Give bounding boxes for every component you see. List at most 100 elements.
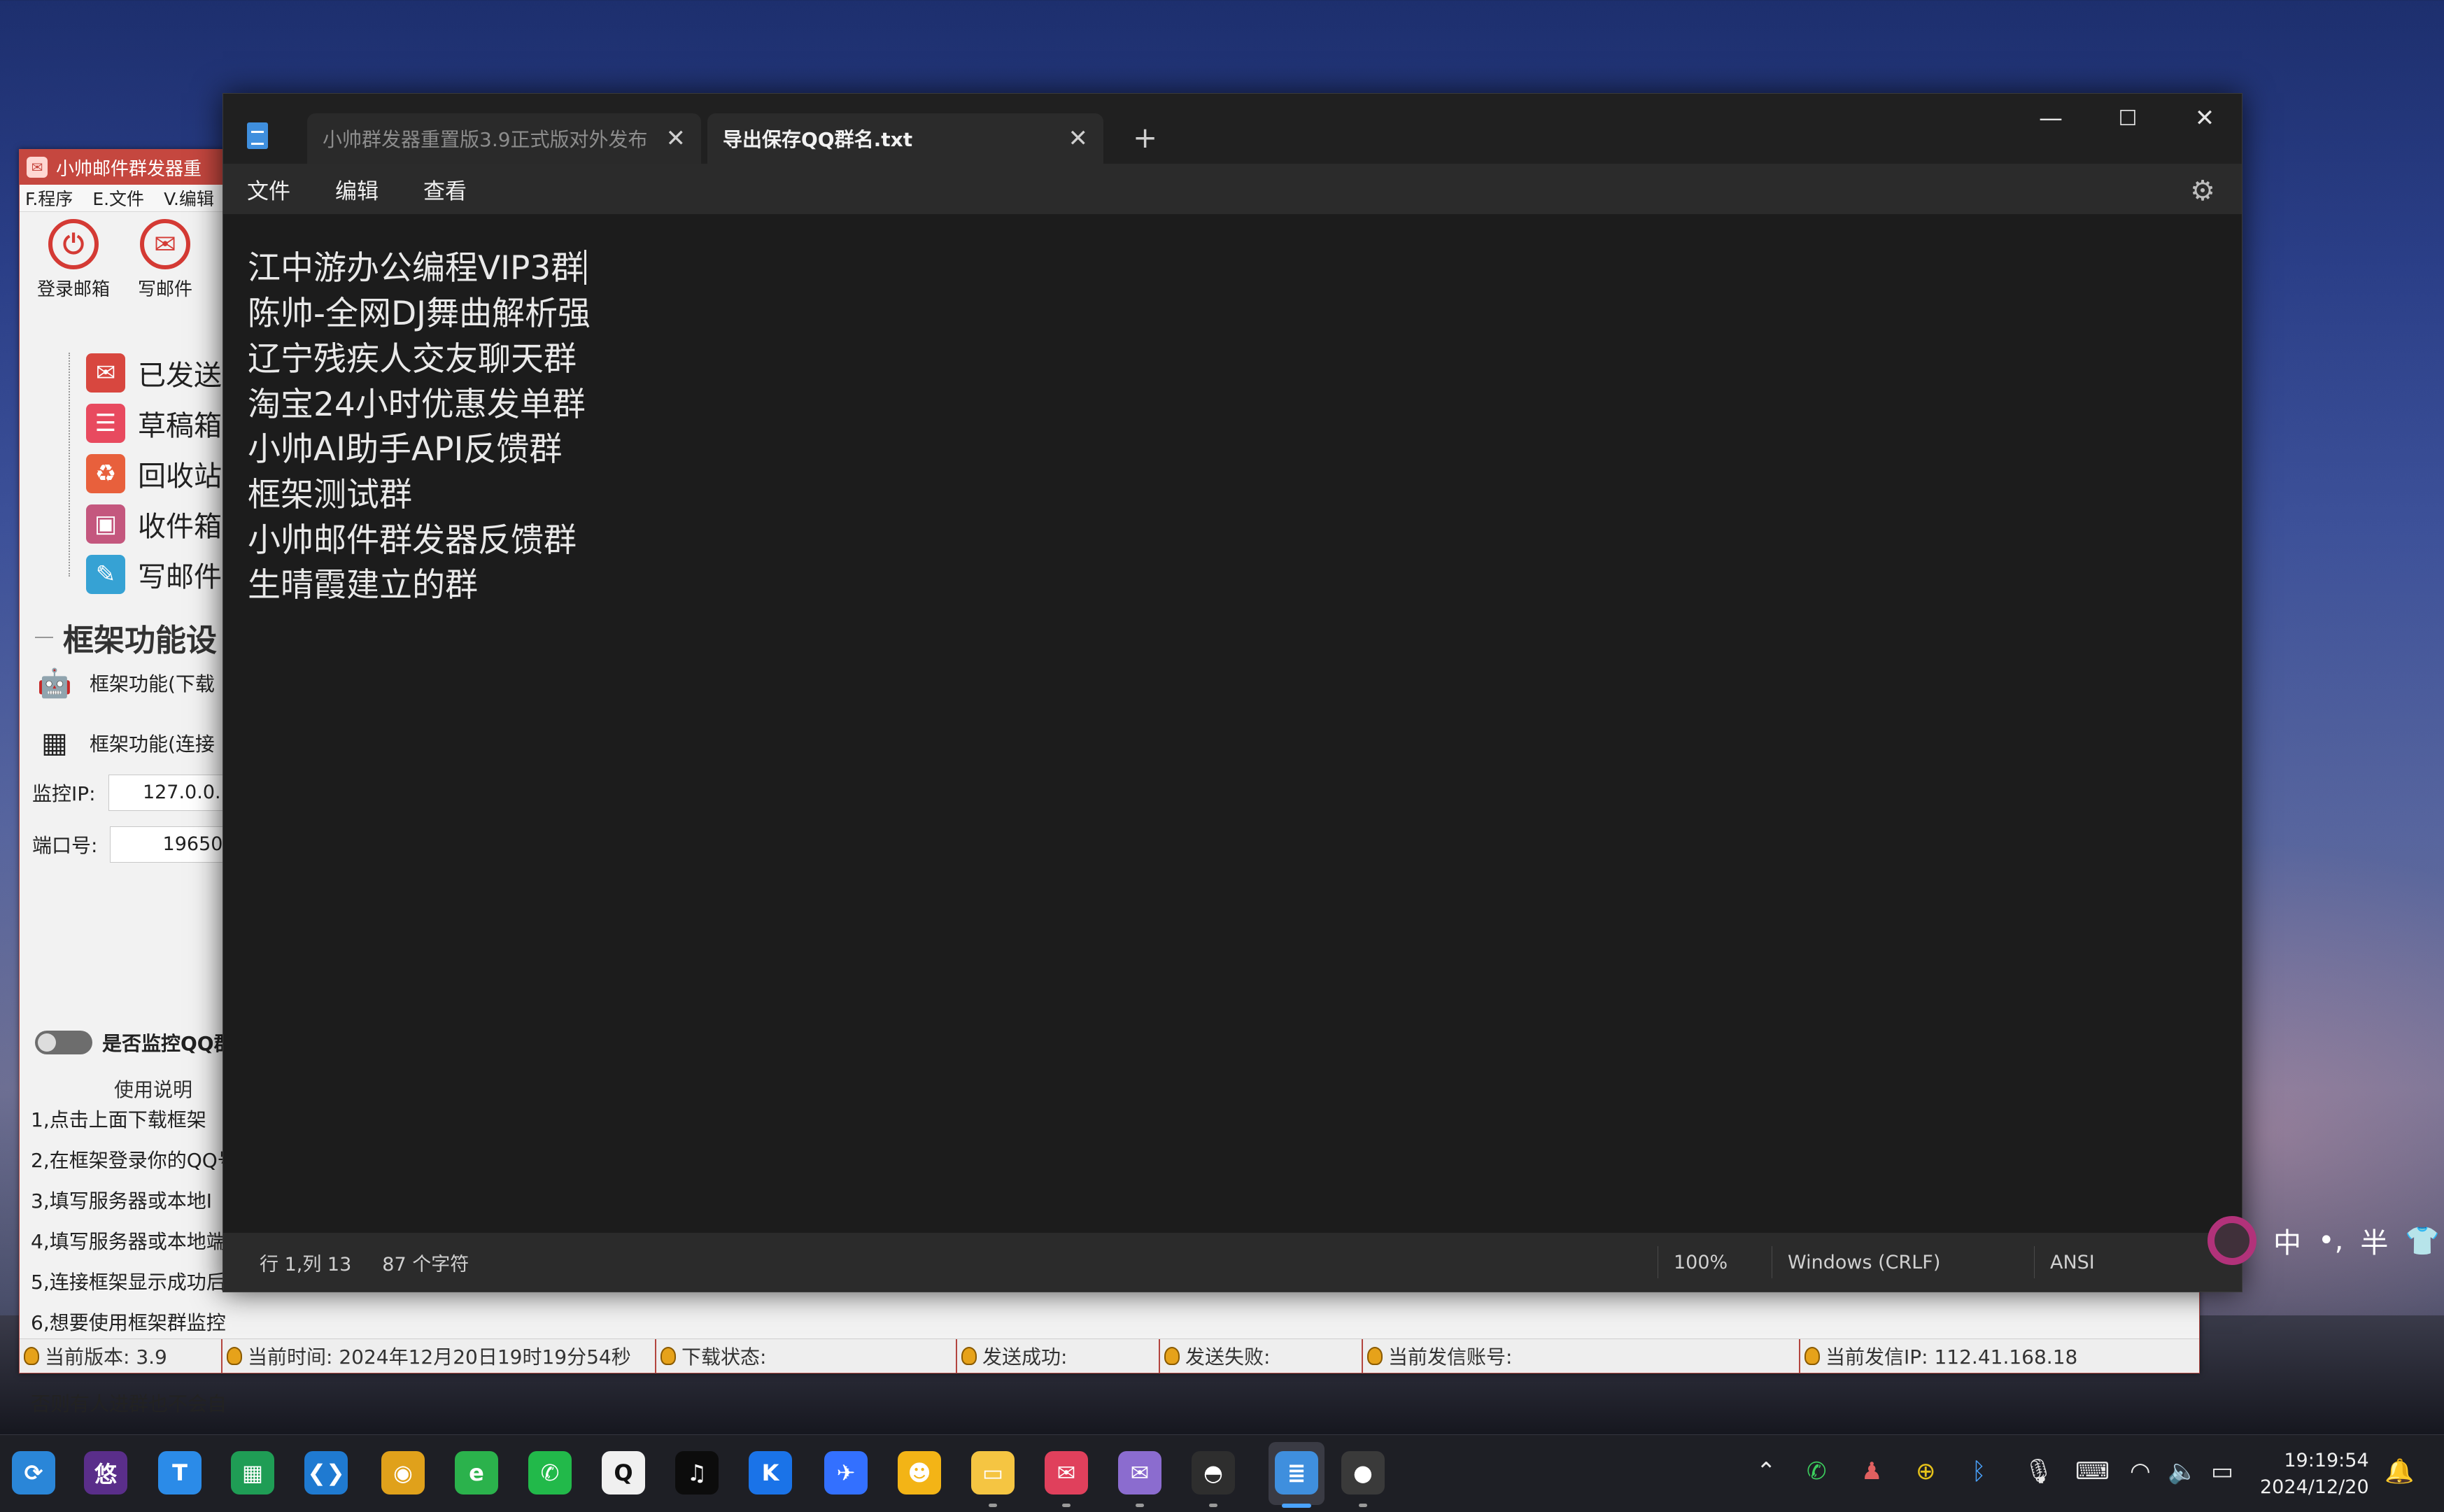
monitor-ip-row: 监控IP: 127.0.0.: [32, 775, 225, 811]
write-mail-icon: ✎: [86, 555, 125, 594]
monitor-qq-toggle-label: 是否监控QQ群: [102, 1032, 234, 1055]
recorder-icon[interactable]: ●: [1341, 1451, 1385, 1495]
text-editor-area[interactable]: 江中游办公编程VIP3群 陈帅-全网DJ舞曲解析强 辽宁残疾人交友聊天群 淘宝2…: [223, 214, 2242, 1233]
line-ending[interactable]: Windows (CRLF): [1772, 1246, 2034, 1278]
tree-item-inbox[interactable]: ▣ 收件箱: [20, 499, 229, 549]
maximize-button[interactable]: ☐: [2089, 94, 2166, 143]
port-input[interactable]: 19650: [110, 826, 227, 863]
menu-file[interactable]: E.文件: [92, 185, 144, 211]
clock-date: 2024/12/20: [2260, 1476, 2369, 1498]
task-view-icon[interactable]: ⟳: [12, 1451, 55, 1495]
tree-item-sent[interactable]: ✉ 已发送: [20, 348, 229, 398]
mail-client-icon[interactable]: ✉: [1118, 1451, 1161, 1495]
notepad-icon[interactable]: ≣: [1275, 1451, 1318, 1495]
tree-item-write[interactable]: ✎ 写邮件: [20, 549, 229, 600]
mailbox-tree: ✉ 已发送 ☰ 草稿箱 ♻ 回收站 ▣ 收件箱 ✎ 写邮件: [20, 348, 229, 600]
ime-mode[interactable]: 中: [2273, 1220, 2301, 1261]
mail-app-icon: ✉: [27, 157, 48, 178]
people-tray-icon[interactable]: ♟: [1861, 1457, 1882, 1485]
chrome-icon[interactable]: ◉: [381, 1451, 425, 1495]
bulb-icon: [1367, 1347, 1383, 1365]
monitor-ip-input[interactable]: 127.0.0.: [108, 775, 225, 811]
running-indicator: [1136, 1504, 1144, 1507]
framework-connect-row[interactable]: ▦ 框架功能(连接: [32, 721, 215, 765]
spreadsheet-icon[interactable]: ▦: [231, 1451, 274, 1495]
ime-punct[interactable]: •,: [2318, 1224, 2343, 1257]
notepad-titlebar[interactable]: 小帅群发器重置版3.9正式版对外发布 ✕ 导出保存QQ群名.txt ✕ + — …: [223, 94, 2242, 164]
usage-line: 2,在框架登录你的QQ号: [31, 1149, 237, 1172]
cursor-position: 行 1,列 13: [260, 1253, 352, 1276]
tray-overflow-icon[interactable]: ⌃: [1756, 1457, 1777, 1485]
qq-penguin-icon[interactable]: ◓: [1192, 1451, 1235, 1495]
tab-mail-sender-doc[interactable]: 小帅群发器重置版3.9正式版对外发布 ✕: [307, 113, 701, 164]
usage-title: 使用说明: [114, 1078, 193, 1101]
browser-icon[interactable]: e: [455, 1451, 498, 1495]
close-window-button[interactable]: ✕: [2166, 94, 2243, 143]
aurora-app-icon[interactable]: 悠: [84, 1451, 127, 1495]
menu-view[interactable]: 查看: [423, 174, 467, 205]
add-tab-button[interactable]: +: [1133, 120, 1157, 155]
kugou-icon[interactable]: K: [749, 1451, 792, 1495]
lark-icon[interactable]: ✈: [824, 1451, 868, 1495]
notification-bell-icon[interactable]: 🔔: [2385, 1457, 2414, 1485]
menu-edit[interactable]: 编辑: [335, 174, 379, 205]
keyboard-icon[interactable]: ⌨: [2075, 1457, 2110, 1485]
plus-tray-icon[interactable]: ⊕: [1916, 1457, 1936, 1485]
bulb-icon: [961, 1347, 977, 1365]
text-caret: [584, 250, 587, 285]
login-icon: ⏻: [48, 219, 99, 269]
mail-app-icon[interactable]: ✉: [1045, 1451, 1088, 1495]
close-tab-icon[interactable]: ✕: [1057, 125, 1089, 153]
vscode-icon[interactable]: ❮❯: [304, 1451, 348, 1495]
minimize-button[interactable]: —: [2012, 94, 2089, 143]
wechat-tray-icon[interactable]: ✆: [1807, 1457, 1827, 1485]
chat-bubble-icon[interactable]: ☻: [898, 1451, 941, 1495]
shirt-icon[interactable]: 👕: [2405, 1224, 2440, 1257]
file-explorer-icon[interactable]: ▭: [971, 1451, 1015, 1495]
qr-code-icon: ▦: [41, 727, 68, 759]
status-account: 当前发信账号:: [1363, 1339, 1800, 1373]
login-mailbox-button[interactable]: ⏻ 登录邮箱: [37, 219, 110, 313]
wechat-icon[interactable]: ✆: [528, 1451, 572, 1495]
zoom-level[interactable]: 100%: [1658, 1246, 1772, 1278]
text-line: 小帅AI助手API反馈群: [248, 430, 563, 469]
tree-item-recycle[interactable]: ♻ 回收站: [20, 448, 229, 499]
text-line: 江中游办公编程VIP3群: [248, 241, 587, 289]
battery-icon[interactable]: ▭: [2211, 1457, 2233, 1485]
taskbar-clock[interactable]: 19:19:54 2024/12/20: [2260, 1448, 2369, 1501]
status-ip-text: 当前发信IP: 112.41.168.18: [1825, 1345, 2078, 1369]
menu-edit[interactable]: V.编辑: [164, 185, 214, 211]
volume-icon[interactable]: 🔈: [2168, 1457, 2197, 1485]
close-tab-icon[interactable]: ✕: [655, 125, 686, 153]
tree-item-label: 写邮件: [138, 561, 222, 593]
mail-sender-statusbar: 当前版本: 3.9 当前时间: 2024年12月20日19时19分54秒 下载状…: [20, 1338, 2199, 1373]
bluetooth-icon[interactable]: ᛒ: [1972, 1457, 1986, 1485]
music-icon[interactable]: ♫: [675, 1451, 719, 1495]
notepad-window[interactable]: 小帅群发器重置版3.9正式版对外发布 ✕ 导出保存QQ群名.txt ✕ + — …: [222, 93, 2242, 1292]
ime-width[interactable]: 半: [2360, 1220, 2388, 1261]
text-line: 生晴霞建立的群: [248, 566, 478, 605]
framework-download-row[interactable]: 🤖 框架功能(下载: [32, 660, 215, 705]
monitor-qq-toggle[interactable]: [35, 1031, 92, 1054]
tencent-docs-icon[interactable]: T: [158, 1451, 202, 1495]
settings-gear-icon[interactable]: ⚙: [2190, 175, 2215, 207]
login-mailbox-label: 登录邮箱: [37, 279, 111, 300]
tree-item-label: 收件箱: [138, 511, 222, 543]
compose-label: 写邮件: [138, 279, 193, 300]
tree-item-drafts[interactable]: ☰ 草稿箱: [20, 398, 229, 448]
microphone-icon[interactable]: 🎙: [2023, 1457, 2054, 1485]
bulb-icon: [1164, 1347, 1180, 1365]
tab-export-qq-groups[interactable]: 导出保存QQ群名.txt ✕: [707, 113, 1103, 164]
wifi-icon[interactable]: ◠: [2130, 1457, 2151, 1485]
menu-file[interactable]: 文件: [247, 174, 290, 205]
compose-button[interactable]: ✉ 写邮件: [138, 219, 192, 313]
status-download: 下载状态:: [656, 1339, 957, 1373]
usage-instructions: 1,点击上面下载框架 2,在框架登录你的QQ号 3,填写服务器或本地I 4,填写…: [31, 1100, 237, 1465]
usage-line: 6,想要使用框架群监控: [31, 1311, 226, 1334]
menu-program[interactable]: F.程序: [25, 185, 73, 211]
compose-icon: ✉: [140, 219, 191, 269]
ime-toolbar[interactable]: 中 •, 半 👕: [2208, 1216, 2440, 1265]
text-line-content: 江中游办公编程VIP3群: [248, 249, 584, 288]
ime-logo-icon[interactable]: [2208, 1216, 2256, 1265]
qq-icon[interactable]: Q: [602, 1451, 645, 1495]
